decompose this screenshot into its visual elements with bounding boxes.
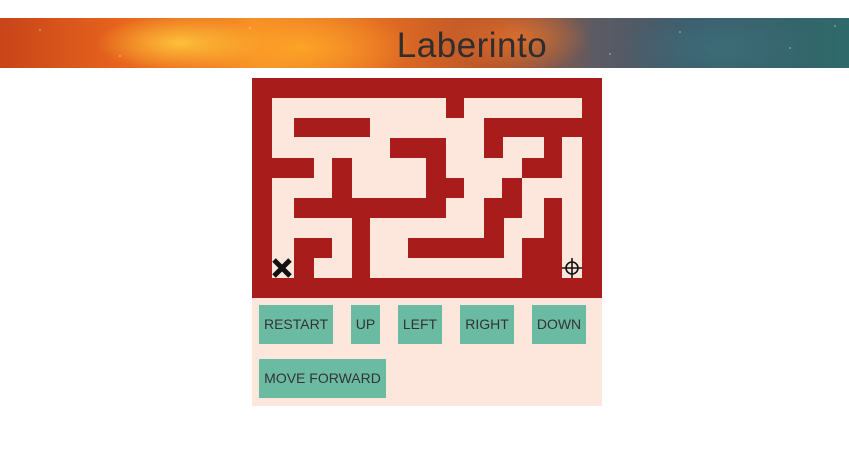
maze-wall [352,198,370,278]
maze-wall [522,158,562,178]
maze-wall [446,98,464,118]
restart-button[interactable]: RESTART [259,305,333,344]
maze-wall [522,238,544,278]
maze-wall [272,158,314,178]
maze-wall [484,118,503,158]
move-forward-button[interactable]: MOVE FORWARD [259,359,386,398]
down-button[interactable]: DOWN [532,305,586,344]
maze-wall [294,118,370,137]
page-title: Laberinto [396,26,548,65]
up-button[interactable]: UP [351,305,380,344]
left-button[interactable]: LEFT [398,305,442,344]
maze-wall [408,238,504,258]
maze-wall [294,238,314,278]
maze-game-panel: RESTART UP LEFT RIGHT DOWN MOVE FORWARD [252,78,602,406]
maze-board [252,78,602,298]
maze-wall [426,178,464,198]
maze-wall [544,198,562,278]
right-button[interactable]: RIGHT [460,305,514,344]
